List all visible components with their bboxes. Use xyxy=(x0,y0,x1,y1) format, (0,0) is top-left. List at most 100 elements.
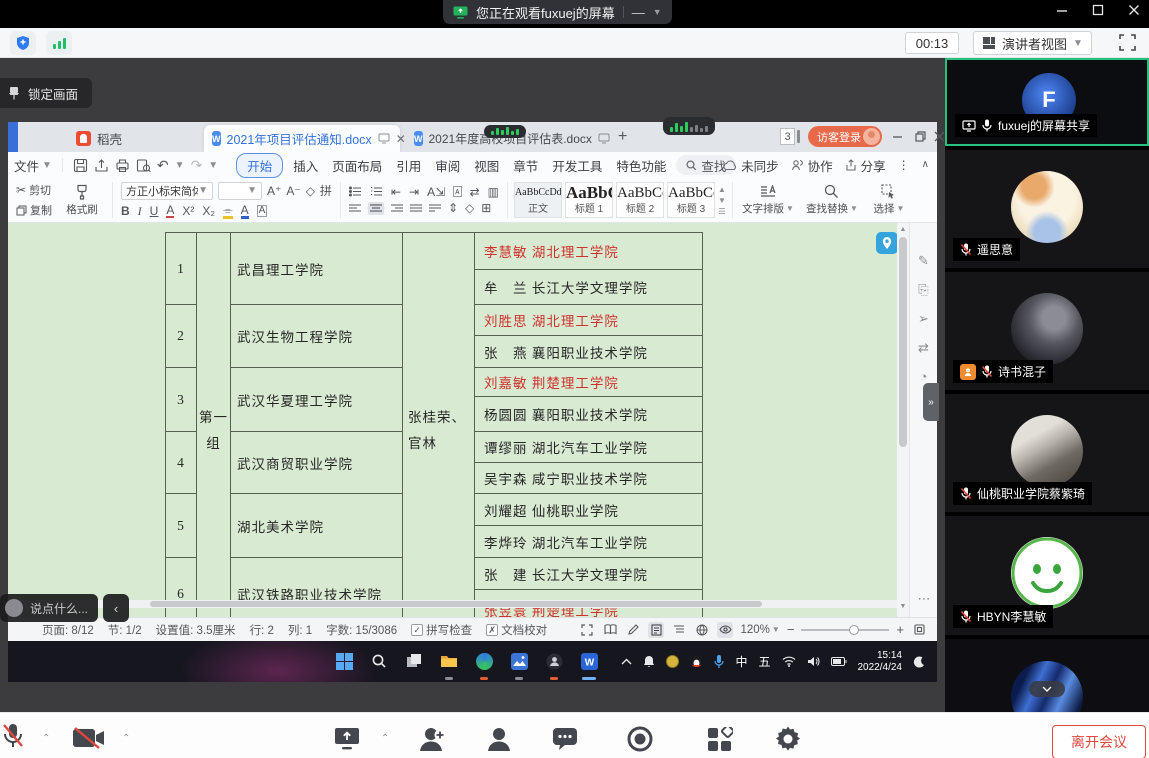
read-mode-icon[interactable] xyxy=(602,622,618,638)
participant-tile[interactable]: 诗书混子 xyxy=(945,272,1149,390)
taskbar-clock[interactable]: 15:14 2022/4/24 xyxy=(858,650,903,674)
text-layout-button[interactable]: 文字排版▼ xyxy=(737,185,799,216)
font-color-a-button[interactable]: A xyxy=(166,204,174,218)
select-button[interactable]: 选择▼ xyxy=(865,184,913,216)
window-close-button[interactable] xyxy=(1127,3,1141,17)
status-section[interactable]: 节: 1/2 xyxy=(108,622,142,638)
print-icon[interactable] xyxy=(115,158,130,173)
vertical-scrollbar[interactable]: ▲ ▼ xyxy=(897,223,909,617)
increase-indent-button[interactable]: ⇥ xyxy=(409,186,419,198)
meeting-app-icon[interactable] xyxy=(540,647,568,675)
participant-tile-sharer[interactable]: F fuxuej的屏幕共享 xyxy=(945,58,1149,146)
side-more-icon[interactable]: ⋯ xyxy=(910,591,938,607)
bullet-list-button[interactable] xyxy=(349,186,362,197)
participant-tile[interactable]: 遥思意 xyxy=(945,150,1149,268)
scroll-down-icon[interactable]: ▼ xyxy=(897,603,909,610)
wps-minimize-button[interactable] xyxy=(891,130,904,143)
undo-caret-icon[interactable]: ▼ xyxy=(175,160,185,171)
record-button[interactable] xyxy=(627,726,653,752)
watching-banner[interactable]: 您正在观看fuxuej的屏幕 — ▼ xyxy=(443,0,672,24)
styles-down-icon[interactable]: ▼ xyxy=(718,196,726,205)
clipboard-icon[interactable]: ⎘ xyxy=(918,282,928,298)
redo-icon[interactable]: ↷ xyxy=(191,158,203,172)
superscript-button[interactable]: X² xyxy=(182,205,194,217)
scrollbar-thumb[interactable] xyxy=(899,237,907,447)
align-right-button[interactable] xyxy=(391,204,403,213)
highlight-button[interactable]: ⌯ xyxy=(223,204,233,219)
grow-font-button[interactable]: A⁺ xyxy=(267,185,281,197)
menu-tab-review[interactable]: 审阅 xyxy=(431,154,464,177)
search-icon[interactable] xyxy=(365,647,393,675)
menu-tab-insert[interactable]: 插入 xyxy=(289,154,322,177)
eye-protect-icon[interactable] xyxy=(717,622,733,638)
location-pin-icon[interactable] xyxy=(876,232,897,254)
subscript-button[interactable]: X₂ xyxy=(202,205,215,217)
battery-icon[interactable] xyxy=(831,657,847,666)
styles-more-icon[interactable]: ☰ xyxy=(718,207,725,216)
font-name-select[interactable]: 方正小标宋简体▼ xyxy=(121,182,213,200)
font-color-button[interactable]: A xyxy=(241,204,249,219)
slider-knob[interactable] xyxy=(849,625,859,635)
share-options-chevron[interactable]: ⌃ xyxy=(381,733,389,744)
scrollbar-thumb[interactable] xyxy=(150,601,762,607)
style-heading2[interactable]: AaBbCc 标题 2 xyxy=(616,182,664,218)
fullscreen-button[interactable] xyxy=(1119,34,1136,51)
tab-doc1[interactable]: W 2021年项目评估通知.docx ✕ xyxy=(204,125,400,152)
style-heading1[interactable]: AaBbCc 标题 1 xyxy=(565,182,613,218)
document-page[interactable]: 1 第一组 武昌理工学院 张桂荣、官林 李慧敏 湖北理工学院 牟 兰 长江大学文… xyxy=(8,223,897,617)
char-scale-button[interactable]: A⇲ xyxy=(427,186,445,198)
shading-button[interactable]: ◇ xyxy=(465,202,474,214)
collapse-ribbon-icon[interactable]: ∧ xyxy=(922,160,929,170)
underline-button[interactable]: U xyxy=(150,205,159,217)
columns-button[interactable]: ▥ xyxy=(488,186,499,198)
wrap-button[interactable]: ⇄ xyxy=(470,186,480,198)
invite-button[interactable] xyxy=(418,726,446,752)
qq-penguin-icon[interactable] xyxy=(690,655,703,668)
chat-input[interactable]: 说点什么... xyxy=(0,594,98,622)
focus-moon-icon[interactable] xyxy=(913,656,925,668)
bold-button[interactable]: B xyxy=(121,205,130,217)
italic-button[interactable]: I xyxy=(138,205,142,217)
find-replace-button[interactable]: 查找替换▼ xyxy=(801,184,863,216)
status-column[interactable]: 列: 1 xyxy=(288,622,312,638)
wifi-icon[interactable] xyxy=(782,656,796,667)
more-icon[interactable]: ⋮ xyxy=(898,159,910,171)
tab-docer[interactable]: 稻壳 xyxy=(68,125,130,152)
phonetic-button[interactable]: 拼 xyxy=(320,185,332,197)
number-list-button[interactable] xyxy=(370,186,383,197)
help-icon[interactable]: ◔ xyxy=(920,369,928,384)
wps-app-icon[interactable]: W xyxy=(575,647,603,675)
clear-format-button[interactable]: ◇ xyxy=(306,185,315,197)
write-mode-icon[interactable] xyxy=(625,622,641,638)
edge-browser-icon[interactable] xyxy=(470,647,498,675)
mic-options-chevron[interactable]: ⌃ xyxy=(42,733,50,744)
menu-tab-references[interactable]: 引用 xyxy=(392,154,425,177)
coin-app-icon[interactable] xyxy=(666,655,679,668)
measure-icon[interactable]: ⇄ xyxy=(918,340,929,356)
view-mode-button[interactable]: 演讲者视图 ▼ xyxy=(973,31,1092,55)
preview-icon[interactable] xyxy=(136,158,151,173)
style-normal[interactable]: AaBbCcDd 正文 xyxy=(514,182,562,218)
align-left-button[interactable] xyxy=(349,204,361,213)
tray-expand-icon[interactable] xyxy=(621,658,632,665)
horizontal-scrollbar[interactable] xyxy=(8,600,897,608)
format-painter-button[interactable]: 格式刷 xyxy=(60,184,104,217)
save-icon[interactable] xyxy=(73,158,88,173)
tab-close-icon[interactable]: ✕ xyxy=(396,132,406,146)
file-menu[interactable]: 文件▼ xyxy=(14,156,52,175)
photos-app-icon[interactable] xyxy=(505,647,533,675)
ime-mode-indicator[interactable]: 中 xyxy=(735,653,747,670)
style-heading3[interactable]: AaBbCc 标题 3 xyxy=(667,182,715,218)
web-view-icon[interactable] xyxy=(694,622,710,638)
menu-tab-page-layout[interactable]: 页面布局 xyxy=(328,154,386,177)
char-border-button[interactable]: A xyxy=(257,205,268,217)
lock-screen-button[interactable]: 锁定画面 xyxy=(0,78,92,108)
settings-button[interactable] xyxy=(775,726,801,752)
zoom-out-button[interactable]: − xyxy=(787,622,795,637)
new-tab-button[interactable]: + xyxy=(618,128,627,146)
camera-options-chevron[interactable]: ⌃ xyxy=(122,733,130,744)
ime-layout-indicator[interactable]: 五 xyxy=(758,653,770,670)
notification-bell-icon[interactable] xyxy=(643,655,655,668)
page-view-icon[interactable] xyxy=(648,622,664,638)
file-explorer-icon[interactable] xyxy=(435,647,463,675)
